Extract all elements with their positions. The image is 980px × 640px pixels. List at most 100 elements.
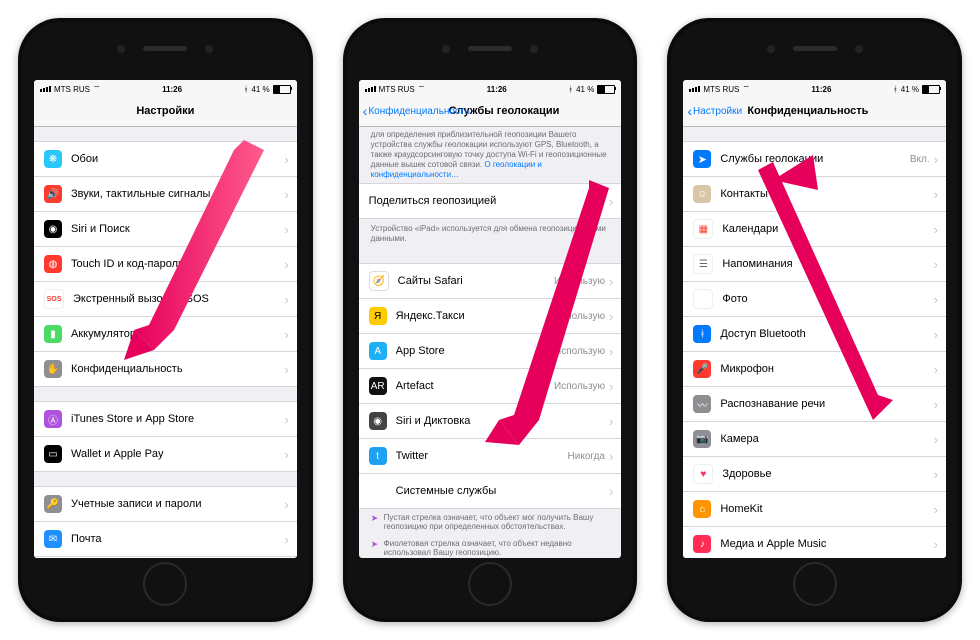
front-camera: [442, 45, 450, 53]
sounds-icon: 🔊: [44, 185, 62, 203]
wallet-icon: ▭: [44, 445, 62, 463]
mail-icon: ✉: [44, 530, 62, 548]
row-app-artefact[interactable]: ARArtefactИспользую›: [359, 368, 622, 403]
privacy-row-location[interactable]: ➤Службы геолокацииВкл.›: [683, 141, 946, 176]
blank-icon: [369, 482, 387, 500]
legend-purple-arrow: ➤Фиолетовая стрелка означает, что объект…: [359, 535, 622, 558]
appstore-icon: A: [369, 342, 387, 360]
front-camera: [767, 45, 775, 53]
privacy-row-camera[interactable]: 📷Камера›: [683, 421, 946, 456]
nav-back-button[interactable]: ‹Настройки: [683, 103, 742, 119]
location-arrow-outline-icon: ➤: [371, 513, 379, 531]
settings-row-touchid[interactable]: ◍Touch ID и код-пароль›: [34, 246, 297, 281]
nav-bar: ‹Конфиденциальность Службы геолокации: [359, 96, 622, 127]
home-button[interactable]: [793, 562, 837, 606]
twitter-icon: t: [369, 447, 387, 465]
proximity-sensor: [855, 45, 863, 53]
location-icon: ➤: [693, 150, 711, 168]
siri-dictation-icon: ◉: [369, 412, 387, 430]
chevron-right-icon: ›: [284, 412, 288, 427]
row-share-location[interactable]: Поделиться геопозицией›: [359, 183, 622, 219]
chevron-right-icon: ›: [934, 292, 938, 307]
settings-row-wallpaper[interactable]: ❋Обои›: [34, 141, 297, 176]
privacy-row-reminders[interactable]: ☰Напоминания›: [683, 246, 946, 281]
speaker-grill: [468, 46, 512, 51]
battery-settings-icon: ▮: [44, 325, 62, 343]
settings-row-privacy[interactable]: ✋Конфиденциальность›: [34, 351, 297, 387]
chevron-right-icon: ›: [934, 327, 938, 342]
photos-icon: ✿: [693, 289, 713, 309]
proximity-sensor: [205, 45, 213, 53]
settings-row-contacts[interactable]: ☺Контакты›: [34, 556, 297, 558]
chevron-right-icon: ›: [934, 467, 938, 482]
nav-bar: Настройки: [34, 96, 297, 127]
settings-row-battery[interactable]: ▮Аккумулятор›: [34, 316, 297, 351]
privacy-row-contacts[interactable]: ☺Контакты›: [683, 176, 946, 211]
chevron-right-icon: ›: [609, 379, 613, 394]
signal-bars-icon: [689, 86, 700, 92]
chevron-right-icon: ›: [934, 187, 938, 202]
carrier-label: MTS RUS: [54, 85, 90, 94]
nav-bar: ‹Настройки Конфиденциальность: [683, 96, 946, 127]
settings-row-sounds[interactable]: 🔊Звуки, тактильные сигналы›: [34, 176, 297, 211]
privacy-row-homekit[interactable]: ⌂HomeKit›: [683, 491, 946, 526]
sos-icon: SOS: [44, 289, 64, 309]
chevron-right-icon: ›: [934, 362, 938, 377]
row-app-siri-dictation[interactable]: ◉Siri и Диктовка›: [359, 403, 622, 438]
chevron-left-icon: ‹: [363, 103, 368, 119]
front-camera: [117, 45, 125, 53]
chevron-right-icon: ›: [284, 532, 288, 547]
settings-row-siri[interactable]: ◉Siri и Поиск›: [34, 211, 297, 246]
settings-row-sos[interactable]: SOSЭкстренный вызов — SOS›: [34, 281, 297, 316]
chevron-right-icon: ›: [934, 257, 938, 272]
battery-percent: 41 %: [576, 85, 594, 94]
wifi-icon: ⌔: [418, 84, 426, 94]
privacy-row-health[interactable]: ♥Здоровье›: [683, 456, 946, 491]
chevron-right-icon: ›: [284, 292, 288, 307]
privacy-row-microphone[interactable]: 🎤Микрофон›: [683, 351, 946, 386]
wifi-icon: ⌔: [93, 84, 101, 94]
chevron-right-icon: ›: [609, 344, 613, 359]
iphone-frame-1: MTS RUS ⌔ 11:26 ᚼ 41 % Настройки ❋Обои› …: [18, 18, 313, 622]
home-button[interactable]: [143, 562, 187, 606]
settings-row-itunes[interactable]: ⒶiTunes Store и App Store›: [34, 401, 297, 436]
settings-row-mail[interactable]: ✉Почта›: [34, 521, 297, 556]
privacy-row-media[interactable]: ♪Медиа и Apple Music›: [683, 526, 946, 558]
row-system-services[interactable]: Системные службы›: [359, 473, 622, 509]
chevron-right-icon: ›: [284, 187, 288, 202]
privacy-row-speech[interactable]: 〰Распознавание речи›: [683, 386, 946, 421]
bluetooth-icon: ᚼ: [244, 85, 249, 94]
location-intro-note: для определения приблизительной геопозиц…: [359, 127, 622, 183]
privacy-row-bluetooth[interactable]: ᚼДоступ Bluetooth›: [683, 316, 946, 351]
signal-bars-icon: [40, 86, 51, 92]
safari-icon: 🧭: [369, 271, 389, 291]
row-app-appstore[interactable]: AApp StoreИспользую›: [359, 333, 622, 368]
location-arrow-purple-icon: ➤: [371, 539, 379, 557]
privacy-row-calendars[interactable]: ▦Календари›: [683, 211, 946, 246]
battery-icon: [922, 85, 940, 94]
chevron-right-icon: ›: [284, 222, 288, 237]
reminders-icon: ☰: [693, 254, 713, 274]
bluetooth-share-icon: ᚼ: [693, 325, 711, 343]
music-icon: ♪: [693, 535, 711, 553]
health-icon: ♥: [693, 464, 713, 484]
chevron-right-icon: ›: [609, 449, 613, 464]
settings-row-wallet[interactable]: ▭Wallet и Apple Pay›: [34, 436, 297, 472]
share-location-note: Устройство «iPad» используется для обмен…: [359, 219, 622, 249]
speaker-grill: [143, 46, 187, 51]
home-button[interactable]: [468, 562, 512, 606]
page-title: Настройки: [34, 105, 297, 117]
row-app-yandex-taxi[interactable]: ЯЯндекс.ТаксиИспользую›: [359, 298, 622, 333]
row-app-safari[interactable]: 🧭Сайты SafariИспользую›: [359, 263, 622, 298]
chevron-right-icon: ›: [934, 502, 938, 517]
chevron-right-icon: ›: [609, 309, 613, 324]
battery-percent: 41 %: [901, 85, 919, 94]
siri-icon: ◉: [44, 220, 62, 238]
privacy-row-photos[interactable]: ✿Фото›: [683, 281, 946, 316]
chevron-right-icon: ›: [934, 537, 938, 552]
settings-row-accounts[interactable]: 🔑Учетные записи и пароли›: [34, 486, 297, 521]
chevron-right-icon: ›: [609, 484, 613, 499]
artefact-icon: AR: [369, 377, 387, 395]
row-app-twitter[interactable]: tTwitterНикогда›: [359, 438, 622, 473]
nav-back-button[interactable]: ‹Конфиденциальность: [359, 103, 470, 119]
